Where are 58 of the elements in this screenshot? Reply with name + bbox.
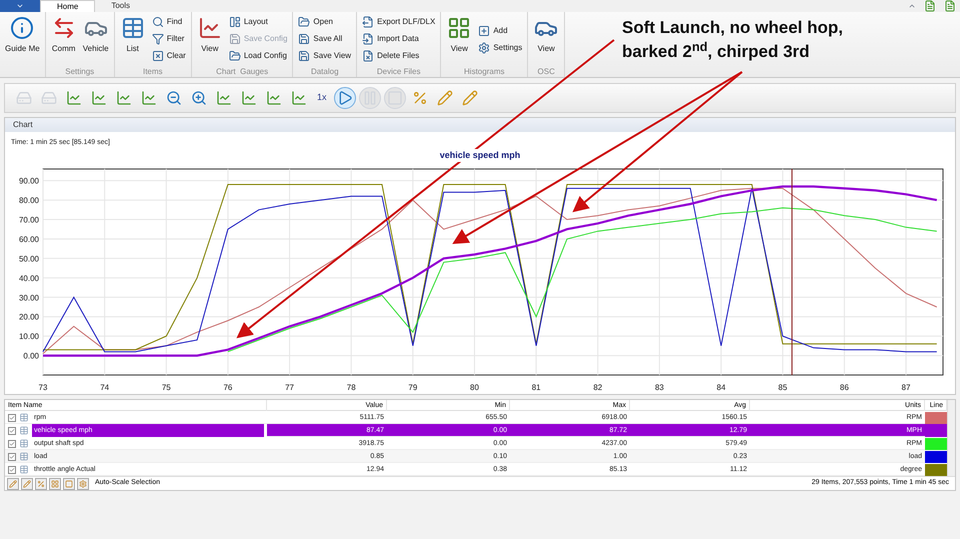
x-tick-label: 75 [162,383,171,392]
group-label: OSC [536,66,556,77]
group-label: Items [142,66,164,77]
ribbon-button[interactable]: Clear [150,48,188,64]
annotation-text: Soft Launch, no wheel hop, barked 2$^{nd}$, chirped 3rd [622,17,844,63]
x-tick-label: 74 [100,383,110,392]
group-label: Datalog [310,66,340,77]
y-tick-label: 60.00 [18,234,39,244]
y-tick-label: 90.00 [18,176,39,186]
x-tick-label: 82 [593,383,602,392]
ribbon-button[interactable]: List [118,12,148,66]
y-tick-label: 50.00 [18,254,39,264]
ribbon-button[interactable]: Load Config [226,48,290,64]
x-tick-label: 79 [408,383,418,392]
x-tick-label: 77 [285,383,294,392]
ribbon-button[interactable]: Open [296,14,354,30]
x-tick-label: 80 [470,383,479,392]
group-label: Histograms [463,66,506,77]
y-tick-label: 40.00 [18,274,39,283]
ribbon-button[interactable]: Find [150,14,188,30]
x-tick-label: 87 [902,383,910,392]
ribbon-button[interactable]: View [444,12,474,66]
ribbon-button[interactable]: Save View [296,48,354,64]
y-tick-label: 20.00 [18,312,39,322]
panel-title: Chart [13,119,34,131]
y-tick-label: 0.00 [23,352,39,361]
speed-button[interactable]: 1x [313,91,331,105]
x-tick-label: 86 [840,383,849,392]
x-tick-label: 73 [38,383,48,392]
chart-title: vehicle speed mph [438,148,522,162]
group-label: Device Files [376,66,422,77]
ribbon-button[interactable]: Delete Files [360,48,438,64]
ribbon-button[interactable]: Comm [48,12,79,66]
y-tick-label: 80.00 [18,196,39,206]
x-tick-label: 83 [654,383,664,392]
ribbon-button[interactable]: Vehicle [80,12,111,66]
ribbon-tab[interactable]: Home [40,0,96,12]
ribbon-button[interactable]: Settings [476,39,524,56]
ribbon-button[interactable]: Add [476,22,524,39]
ribbon-button[interactable]: Guide Me [3,12,42,66]
x-tick-label: 76 [223,383,232,392]
ribbon-button[interactable]: View [531,12,562,66]
x-tick-label: 84 [716,383,726,392]
x-tick-label: 81 [532,383,541,392]
y-tick-label: 10.00 [18,332,39,342]
ribbon-button[interactable]: Save All [296,30,354,48]
ribbon-button[interactable]: Filter [150,30,188,48]
x-tick-label: 85 [778,383,788,392]
ribbon-button[interactable]: Export DLF/DLX [360,14,438,30]
group-label: Chart Gauges [215,66,270,77]
group-label: Settings [64,66,96,77]
ribbon-button[interactable]: Layout [226,14,290,30]
y-tick-label: 70.00 [18,216,39,225]
ribbon-button[interactable]: View [194,12,225,66]
ribbon-button[interactable]: Import Data [360,30,438,48]
ribbon-tab[interactable]: Tools [95,0,146,12]
y-tick-label: 30.00 [18,293,39,302]
x-tick-label: 78 [346,383,356,392]
